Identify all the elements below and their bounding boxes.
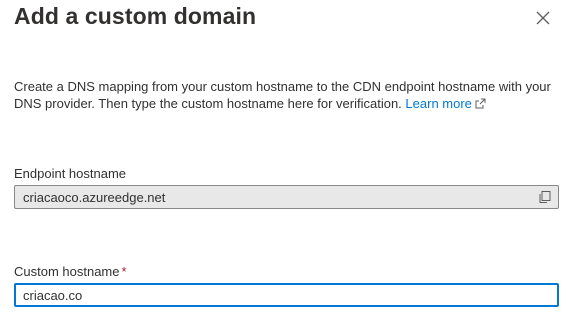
endpoint-hostname-label: Endpoint hostname [14, 166, 127, 181]
required-mark: * [121, 264, 127, 279]
add-custom-domain-panel: Add a custom domain Create a DNS mapping… [0, 0, 570, 313]
custom-hostname-label: Custom hostname * [14, 264, 127, 279]
external-link-icon [475, 96, 486, 113]
learn-more-label: Learn more [405, 96, 472, 111]
custom-hostname-value: criacao.co [23, 287, 83, 303]
copy-icon[interactable] [538, 190, 552, 204]
custom-hostname-label-text: Custom hostname [14, 264, 120, 279]
description: Create a DNS mapping from your custom ho… [14, 78, 559, 113]
endpoint-hostname-value: criacaoco.azureedge.net [23, 189, 166, 205]
close-icon[interactable] [533, 8, 553, 28]
panel-title: Add a custom domain [14, 3, 257, 29]
custom-hostname-input[interactable]: criacao.co [14, 283, 559, 307]
endpoint-hostname-field[interactable]: criacaoco.azureedge.net [14, 185, 559, 209]
learn-more-link[interactable]: Learn more [405, 96, 486, 113]
